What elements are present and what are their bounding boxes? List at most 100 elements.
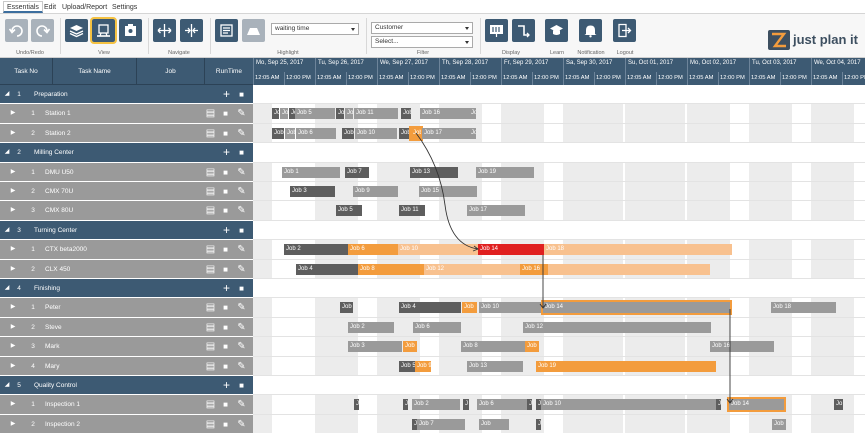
job-bar[interactable]: Job 11	[354, 108, 398, 120]
job-bar[interactable]: Job 19	[536, 360, 716, 372]
collapse-triangle-icon[interactable]: ◢	[3, 279, 11, 297]
job-bar[interactable]: J	[403, 399, 408, 411]
column-header-runtime[interactable]: RunTime	[205, 58, 253, 85]
details-button[interactable]	[215, 19, 238, 42]
job-bar[interactable]: Job	[479, 418, 509, 430]
job-bar[interactable]: Job 17	[422, 127, 470, 139]
expand-triangle-icon[interactable]: ▶	[9, 240, 17, 258]
pencil-icon[interactable]: ✎	[236, 322, 247, 333]
add-icon[interactable]: +	[221, 146, 232, 158]
job-bar[interactable]: Job 7	[417, 418, 465, 430]
learn-button[interactable]	[545, 19, 568, 42]
trash-icon[interactable]: ■	[236, 283, 247, 294]
clipboard-icon[interactable]: ▤	[205, 302, 216, 313]
gantt-display-button[interactable]	[485, 19, 508, 42]
trash-icon[interactable]: ■	[220, 322, 231, 333]
value-filter-select[interactable]: Select...	[371, 36, 473, 48]
trash-icon[interactable]: ■	[236, 380, 247, 391]
redo-button[interactable]	[31, 19, 54, 42]
job-bar[interactable]: Job 8	[358, 263, 424, 275]
trash-icon[interactable]: ■	[220, 399, 231, 410]
clipboard-icon[interactable]: ▤	[205, 264, 216, 275]
job-bar[interactable]: Job 7	[345, 166, 369, 178]
job-bar[interactable]: Job 19	[476, 166, 534, 178]
column-header-task-name[interactable]: Task Name	[53, 58, 137, 85]
pencil-icon[interactable]: ✎	[236, 205, 247, 216]
job-bar[interactable]: Job 5	[399, 360, 415, 372]
job-bar[interactable]: Job 6	[345, 108, 353, 120]
job-bar[interactable]: Job 5	[295, 108, 335, 120]
job-bar[interactable]: J	[716, 399, 721, 411]
trash-icon[interactable]: ■	[220, 128, 231, 139]
trash-icon[interactable]: ■	[236, 147, 247, 158]
job-bar[interactable]: Job	[525, 341, 539, 353]
job-bar[interactable]: Job 1	[401, 108, 411, 120]
logout-button[interactable]	[613, 19, 636, 42]
menu-settings[interactable]: Settings	[109, 2, 140, 14]
trash-icon[interactable]: ■	[220, 361, 231, 372]
job-bar[interactable]: Job 10	[479, 302, 543, 314]
collapse-triangle-icon[interactable]: ◢	[3, 85, 11, 103]
add-icon[interactable]: +	[221, 379, 232, 391]
add-icon[interactable]: +	[221, 282, 232, 294]
job-bar[interactable]: Job 11	[399, 205, 425, 217]
job-bar[interactable]: Job 2	[412, 399, 460, 411]
clipboard-icon[interactable]: ▤	[205, 205, 216, 216]
job-bar[interactable]: Job 3	[285, 127, 295, 139]
pencil-icon[interactable]: ✎	[236, 108, 247, 119]
job-bar[interactable]: Job 14	[478, 244, 544, 256]
job-bar[interactable]: Jo	[834, 399, 843, 411]
job-bar[interactable]: Job	[462, 302, 477, 314]
job-bar[interactable]: Job 16	[520, 263, 548, 275]
job-bar[interactable]: Job 14	[409, 125, 423, 141]
job-bar[interactable]: Job 6	[296, 127, 336, 139]
expand-triangle-icon[interactable]: ▶	[9, 318, 17, 336]
collapse-triangle-icon[interactable]: ◢	[3, 221, 11, 239]
expand-triangle-icon[interactable]: ▶	[9, 163, 17, 181]
layers-button[interactable]	[65, 19, 88, 42]
job-bar[interactable]: Job 12	[523, 321, 711, 333]
clipboard-icon[interactable]: ▤	[205, 167, 216, 178]
pencil-icon[interactable]: ✎	[236, 167, 247, 178]
column-header-task-no[interactable]: Task No	[0, 58, 53, 85]
clipboard-icon[interactable]: ▤	[205, 419, 216, 430]
job-bar[interactable]: Job 1	[272, 108, 279, 120]
job-bar[interactable]: Job 10	[541, 399, 716, 411]
expand-triangle-icon[interactable]: ▶	[9, 124, 17, 142]
collapse-triangle-icon[interactable]: ◢	[3, 376, 11, 394]
menu-upload-report[interactable]: Upload/Report	[59, 2, 110, 14]
job-view-button[interactable]	[119, 19, 142, 42]
trash-icon[interactable]: ■	[220, 419, 231, 430]
job-bar[interactable]: Job 16	[710, 341, 774, 353]
expand-triangle-icon[interactable]: ▶	[9, 357, 17, 375]
job-bar[interactable]: Job 12	[424, 263, 520, 275]
job-bar[interactable]: Job	[340, 302, 353, 314]
job-bar[interactable]: Job 11	[399, 127, 411, 139]
column-header-job[interactable]: Job	[137, 58, 205, 85]
bridge-button[interactable]	[242, 19, 265, 42]
pencil-icon[interactable]: ✎	[236, 128, 247, 139]
job-bar[interactable]: Job 9	[342, 127, 354, 139]
clipboard-icon[interactable]: ▤	[205, 341, 216, 352]
highlight-select[interactable]: waiting time	[271, 23, 359, 35]
job-bar[interactable]: Job 4	[399, 302, 461, 314]
job-bar[interactable]	[548, 263, 710, 275]
collapse-triangle-icon[interactable]: ◢	[3, 143, 11, 161]
expand-triangle-icon[interactable]: ▶	[9, 415, 17, 433]
trash-icon[interactable]: ■	[220, 264, 231, 275]
job-bar[interactable]: Job 18	[771, 302, 836, 314]
job-bar[interactable]: Job	[469, 127, 476, 139]
job-bar[interactable]: Job 1	[282, 166, 340, 178]
resource-view-button[interactable]	[90, 17, 117, 44]
add-icon[interactable]: +	[221, 224, 232, 236]
clipboard-icon[interactable]: ▤	[205, 244, 216, 255]
customer-filter-select[interactable]: Customer	[371, 22, 473, 34]
job-bar[interactable]: Job 13	[410, 166, 458, 178]
job-bar[interactable]: Job 2	[280, 108, 288, 120]
trash-icon[interactable]: ■	[220, 244, 231, 255]
trash-icon[interactable]: ■	[220, 167, 231, 178]
menu-edit[interactable]: Edit	[41, 2, 59, 14]
pencil-icon[interactable]: ✎	[236, 419, 247, 430]
trash-icon[interactable]: ■	[236, 225, 247, 236]
pencil-icon[interactable]: ✎	[236, 302, 247, 313]
